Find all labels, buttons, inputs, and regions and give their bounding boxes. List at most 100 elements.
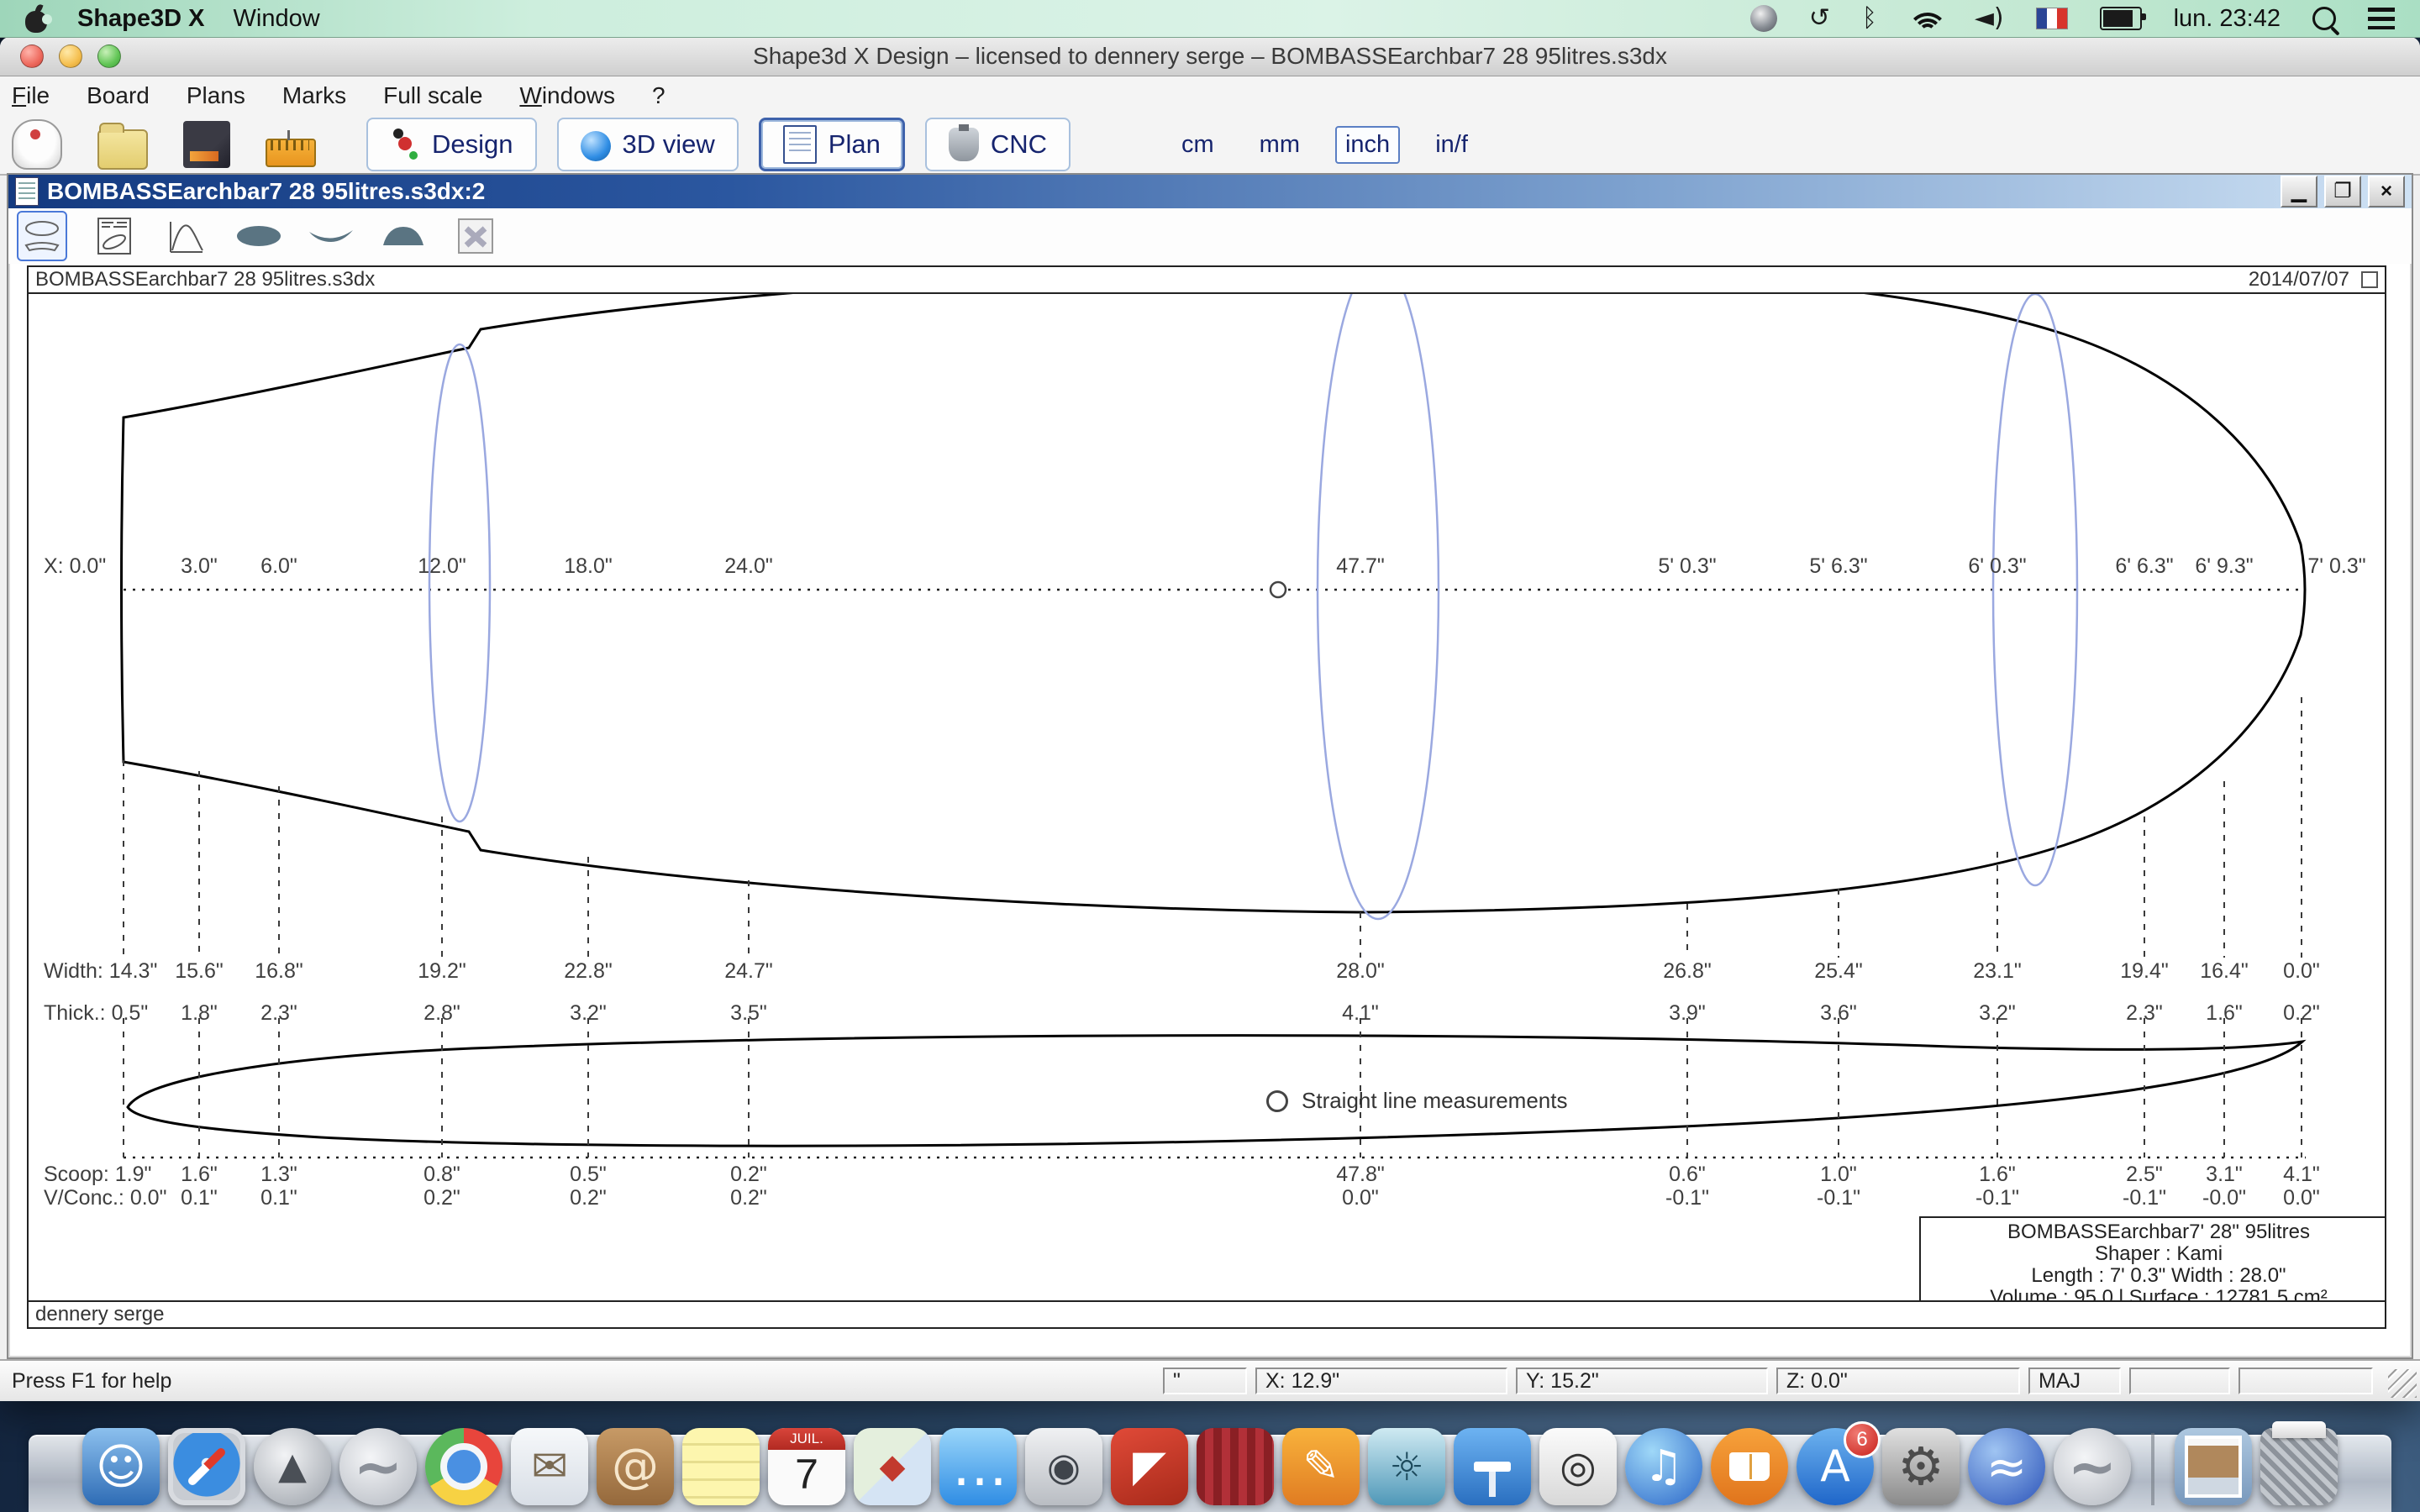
dock-icon-wave[interactable]: ~ bbox=[339, 1428, 417, 1505]
bluetooth-icon[interactable]: ᛒ bbox=[1862, 6, 1877, 31]
slice-view-button[interactable] bbox=[378, 211, 429, 261]
unit-cm[interactable]: cm bbox=[1171, 126, 1224, 164]
itunes-glyph: ♫ bbox=[1644, 1445, 1684, 1488]
measure-x-12: 7' 0.3" bbox=[2307, 554, 2365, 579]
dock-icon-iphoto[interactable]: ☼ bbox=[1368, 1428, 1445, 1505]
dock-icon-sysprefs[interactable]: ⚙ bbox=[1882, 1428, 1960, 1505]
design-view-button[interactable]: Design bbox=[366, 118, 537, 171]
menu-window[interactable]: Window bbox=[234, 5, 320, 33]
measure-scoop-11: 3.1" bbox=[2206, 1163, 2243, 1187]
dock-icon-trash[interactable] bbox=[2260, 1428, 2338, 1505]
dock-icon-earth[interactable]: ≈ bbox=[1968, 1428, 2045, 1505]
measure-vconc-11: -0.0" bbox=[2202, 1186, 2246, 1210]
mail-glyph: ✉ bbox=[531, 1445, 568, 1488]
dock-icon-messages[interactable]: … bbox=[939, 1428, 1017, 1505]
dock-icon-ibooks[interactable] bbox=[1711, 1428, 1788, 1505]
resize-grip[interactable] bbox=[2388, 1369, 2417, 1398]
dock-icon-sketchup[interactable]: ◤ bbox=[1111, 1428, 1188, 1505]
dock-icon-pages[interactable]: ✎ bbox=[1282, 1428, 1360, 1505]
export-spreadsheet-button[interactable] bbox=[450, 211, 501, 261]
volume-icon[interactable]: ◄) bbox=[1975, 6, 2004, 31]
apple-menu-icon[interactable] bbox=[24, 4, 49, 33]
menu-plans[interactable]: Plans bbox=[187, 82, 245, 109]
dock-icon-contacts[interactable]: @ bbox=[597, 1428, 674, 1505]
board-side-profile[interactable] bbox=[128, 1036, 2302, 1147]
dock-icon-photos[interactable]: ◎ bbox=[1539, 1428, 1617, 1505]
pointer-tool-icon[interactable] bbox=[12, 119, 62, 170]
straight-line-measurements-toggle[interactable]: Straight line measurements bbox=[1266, 1088, 1567, 1114]
dock-icon-launchpad[interactable]: ▲ bbox=[254, 1428, 331, 1505]
menu-marks[interactable]: Marks bbox=[282, 82, 346, 109]
plan-view-button[interactable]: Plan bbox=[759, 118, 905, 171]
wave-glyph: ~ bbox=[354, 1437, 403, 1496]
canvas-header: BOMBASSEarchbar7 28 95litres.s3dx 2014/0… bbox=[29, 267, 2385, 294]
measure-width-10: 19.4" bbox=[2120, 959, 2169, 984]
board-outline-top-view[interactable] bbox=[122, 294, 2306, 912]
notification-center-icon[interactable] bbox=[2368, 8, 2395, 29]
dock-icon-maps[interactable]: ◆ bbox=[854, 1428, 931, 1505]
menu-full-scale[interactable]: Full scale bbox=[383, 82, 482, 109]
measure-scoop-4: 0.5" bbox=[570, 1163, 607, 1187]
document-titlebar[interactable]: BOMBASSEarchbar7 28 95litres.s3dx:2 ▁ ❐ … bbox=[8, 175, 2412, 208]
doc-minimize-button[interactable]: ▁ bbox=[2281, 176, 2317, 207]
canvas-corner-checkbox[interactable] bbox=[2361, 271, 2378, 288]
dock-icon-itunes[interactable]: ♫ bbox=[1625, 1428, 1702, 1505]
dock-icon-photobooth[interactable] bbox=[1197, 1428, 1274, 1505]
measure-vconc-5: 0.2" bbox=[730, 1186, 767, 1210]
slice-contour-center[interactable] bbox=[1318, 294, 1439, 919]
dock-icon-calendar[interactable]: JUIL.7 bbox=[768, 1428, 845, 1505]
measure-thick-4: 3.2" bbox=[570, 1001, 607, 1026]
unit-mm[interactable]: mm bbox=[1249, 126, 1310, 164]
menu-file[interactable]: File bbox=[12, 82, 50, 109]
dock-icon-stack[interactable] bbox=[2175, 1428, 2252, 1505]
cnc-view-button[interactable]: CNC bbox=[925, 118, 1071, 171]
outline-view-button[interactable] bbox=[17, 211, 67, 261]
measure-x-10: 6' 6.3" bbox=[2115, 554, 2173, 579]
dock-icon-finder[interactable]: ☺ bbox=[82, 1428, 160, 1505]
view3d-view-button[interactable]: 3D view bbox=[557, 118, 739, 171]
station-guide-lines bbox=[124, 697, 2302, 1158]
dock-icon-safari[interactable] bbox=[168, 1428, 245, 1505]
design-canvas: BOMBASSEarchbar7 28 95litres.s3dx 2014/0… bbox=[27, 265, 2386, 1329]
swirl-status-icon[interactable] bbox=[1750, 5, 1777, 32]
menu-board[interactable]: Board bbox=[87, 82, 150, 109]
document-title: BOMBASSEarchbar7 28 95litres.s3dx:2 bbox=[47, 178, 485, 205]
dock-icon-keynote[interactable] bbox=[1454, 1428, 1531, 1505]
unit-in-f[interactable]: in/f bbox=[1425, 126, 1478, 164]
menu-bar-clock[interactable]: lun. 23:42 bbox=[2174, 5, 2281, 33]
open-file-icon[interactable] bbox=[97, 129, 148, 170]
profile-curve-button[interactable] bbox=[161, 211, 212, 261]
menu-windows[interactable]: Windows bbox=[519, 82, 615, 109]
measure-tool-icon[interactable] bbox=[266, 139, 316, 167]
dock-icon-notes[interactable] bbox=[682, 1428, 760, 1505]
window-titlebar[interactable]: Shape3d X Design – licensed to dennery s… bbox=[0, 37, 2420, 76]
doc-close-button[interactable]: × bbox=[2368, 176, 2405, 207]
slice-contour-tail[interactable] bbox=[429, 344, 490, 822]
measure-x-7: 5' 0.3" bbox=[1658, 554, 1716, 579]
earth-glyph: ≈ bbox=[1986, 1442, 2028, 1491]
board-drawing-area[interactable]: X: 0.0"3.0"6.0"12.0"18.0"24.0"47.7"5' 0.… bbox=[29, 294, 2385, 1300]
time-machine-icon[interactable]: ↺ bbox=[1809, 6, 1830, 31]
active-app-name[interactable]: Shape3D X bbox=[77, 5, 205, 33]
dock-icon-wave2[interactable]: ~ bbox=[2054, 1428, 2131, 1505]
save-print-icon[interactable] bbox=[183, 121, 230, 168]
center-marker[interactable] bbox=[1270, 582, 1286, 597]
fr-input-flag-icon[interactable] bbox=[2036, 8, 2068, 29]
unit-inch[interactable]: inch bbox=[1335, 126, 1400, 164]
radio-circle-icon[interactable] bbox=[1266, 1090, 1288, 1112]
filled-outline-button[interactable] bbox=[234, 211, 284, 261]
wifi-icon[interactable] bbox=[1909, 6, 1943, 31]
battery-icon[interactable] bbox=[2100, 7, 2142, 30]
spec-sheet-button[interactable] bbox=[89, 211, 139, 261]
dock-icon-appstore[interactable]: A6 bbox=[1797, 1428, 1874, 1505]
rocker-view-button[interactable] bbox=[306, 211, 356, 261]
dock-icon-facetime[interactable]: ◉ bbox=[1025, 1428, 1102, 1505]
view3d-icon bbox=[581, 131, 611, 161]
spotlight-icon[interactable] bbox=[2312, 7, 2336, 30]
doc-restore-button[interactable]: ❐ bbox=[2324, 176, 2361, 207]
menu-help[interactable]: ? bbox=[652, 82, 666, 109]
dock-icon-mail[interactable]: ✉ bbox=[511, 1428, 588, 1505]
appstore-badge: 6 bbox=[1844, 1421, 1881, 1458]
outline-view-icon bbox=[23, 217, 61, 255]
dock-icon-chrome[interactable] bbox=[425, 1428, 502, 1505]
